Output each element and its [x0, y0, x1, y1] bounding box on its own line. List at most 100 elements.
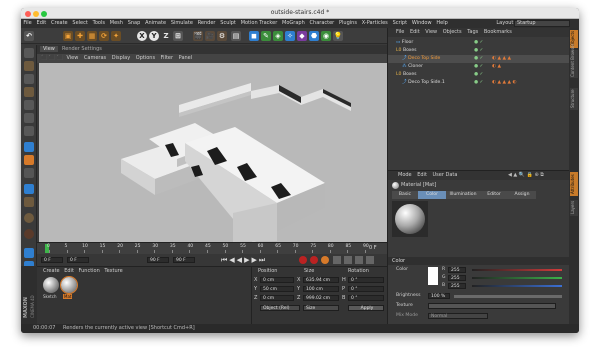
layout-switch-icon[interactable]: [24, 248, 34, 258]
channel-b-slider[interactable]: [472, 285, 562, 287]
live-selection-icon[interactable]: ▣: [63, 31, 73, 41]
lock-workplane-icon[interactable]: [24, 197, 34, 207]
side-tab-content-browser[interactable]: Content Browser: [570, 44, 578, 78]
menu-motion-tracker[interactable]: Motion Tracker: [238, 19, 279, 26]
size-y-field[interactable]: 100 cm: [303, 286, 339, 292]
material-swatch-mat[interactable]: [60, 276, 78, 294]
coordinate-mode-select[interactable]: Object (Rel): [260, 305, 300, 311]
x-axis-button[interactable]: X: [137, 31, 147, 41]
rotation-h-field[interactable]: 0 °: [348, 277, 384, 283]
scale-key-icon[interactable]: [355, 256, 363, 264]
position-z-field[interactable]: 0 cm: [260, 295, 294, 301]
rotation-b-field[interactable]: 0 °: [348, 295, 384, 301]
enable-axis-icon[interactable]: [24, 142, 34, 152]
attr-menu-mode[interactable]: Mode: [398, 172, 412, 178]
viewport-icons[interactable]: ⬛ ⬛ ⬛: [41, 55, 64, 61]
attr-nav-icons[interactable]: ◀ ▲ 🔍 🔒 ⊕ ⧉: [508, 171, 544, 180]
tweak-icon[interactable]: [24, 155, 34, 165]
tab-view[interactable]: View: [40, 46, 58, 52]
menu-select[interactable]: Select: [70, 19, 90, 26]
attr-menu-edit[interactable]: Edit: [417, 172, 427, 178]
object-row-selected[interactable]: ⤴ Deco Top Side ● ✓ ◐ ▲ ▲ ▲: [388, 55, 570, 63]
obj-menu-bookmarks[interactable]: Bookmarks: [484, 29, 512, 35]
object-row[interactable]: L0 Boxes ● ✓: [388, 71, 570, 79]
mat-menu-create[interactable]: Create: [43, 268, 60, 274]
snap-icon[interactable]: [24, 168, 34, 178]
brightness-slider[interactable]: [454, 295, 562, 298]
obj-menu-file[interactable]: File: [396, 29, 404, 35]
y-axis-button[interactable]: Y: [149, 31, 159, 41]
menu-create[interactable]: Create: [49, 19, 70, 26]
texture-field[interactable]: [428, 303, 556, 309]
vp-menu-display[interactable]: Display: [112, 55, 130, 61]
render-settings-icon[interactable]: ⚙: [217, 31, 227, 41]
menu-snap[interactable]: Snap: [125, 19, 142, 26]
attr-tab-illumination[interactable]: Illumination: [446, 191, 480, 199]
points-mode-icon[interactable]: [24, 100, 34, 110]
menu-mograph[interactable]: MoGraph: [280, 19, 308, 26]
start-frame-field-2[interactable]: 0 F: [67, 257, 89, 263]
timeline-ruler[interactable]: 0 5 10 15 20 25 30 35 40 45 50 55 60 65 70 75 80 85 90 0 F: [37, 242, 387, 254]
viewport-3d[interactable]: [39, 63, 387, 242]
menu-character[interactable]: Character: [307, 19, 336, 26]
brightness-field[interactable]: 100 %: [428, 293, 450, 299]
attr-tab-basic[interactable]: Basic: [392, 191, 418, 199]
position-x-field[interactable]: 0 cm: [260, 277, 294, 283]
menu-script[interactable]: Script: [390, 19, 409, 26]
model-mode-icon[interactable]: [24, 61, 34, 71]
channel-g-slider[interactable]: [472, 277, 562, 279]
side-tab-layers[interactable]: Layers: [570, 200, 578, 216]
object-row[interactable]: ▭ Floor ● ✓: [388, 39, 570, 47]
undo-icon[interactable]: ↶: [24, 31, 34, 41]
move-icon[interactable]: ✚: [75, 31, 85, 41]
vp-menu-panel[interactable]: Panel: [179, 55, 193, 61]
scale-icon[interactable]: ▦: [87, 31, 97, 41]
autokey-icon[interactable]: [310, 256, 318, 264]
render-view-icon[interactable]: 🎬: [193, 31, 203, 41]
light-icon[interactable]: 💡: [333, 31, 343, 41]
end-frame-field[interactable]: 90 F: [147, 257, 169, 263]
menu-edit[interactable]: Edit: [34, 19, 48, 26]
menu-mesh[interactable]: Mesh: [107, 19, 125, 26]
menu-help[interactable]: Help: [434, 19, 450, 26]
solo-icon[interactable]: [24, 184, 34, 194]
rotate-icon[interactable]: ⟳: [99, 31, 109, 41]
menu-simulate[interactable]: Simulate: [168, 19, 195, 26]
spline-pen-icon[interactable]: ✎: [261, 31, 271, 41]
obj-menu-view[interactable]: View: [425, 29, 437, 35]
position-key-icon[interactable]: [333, 256, 341, 264]
playback-controls[interactable]: ⏮◀◀▶▶⏭: [221, 256, 267, 265]
obj-menu-tags[interactable]: Tags: [467, 29, 478, 35]
menu-animate[interactable]: Animate: [143, 19, 169, 26]
tab-render-settings[interactable]: Render Settings: [59, 46, 105, 52]
channel-r-slider[interactable]: [472, 269, 562, 271]
cube-icon[interactable]: ◼: [249, 31, 259, 41]
channel-g-field[interactable]: 255: [448, 275, 466, 281]
size-mode-select[interactable]: Size: [303, 305, 339, 311]
recent-tools-icon[interactable]: ✦: [111, 31, 121, 41]
channel-r-field[interactable]: 255: [448, 267, 466, 273]
z-axis-button[interactable]: Z: [161, 31, 171, 41]
layout-select[interactable]: Startup: [514, 20, 570, 27]
attr-tab-assign[interactable]: Assign: [508, 191, 536, 199]
menu-render[interactable]: Render: [195, 19, 218, 26]
texture-mode-icon[interactable]: [24, 74, 34, 84]
menu-window[interactable]: Window: [409, 19, 434, 26]
scene-icon[interactable]: ⬣: [309, 31, 319, 41]
menu-x-particles[interactable]: X-Particles: [359, 19, 390, 26]
size-z-field[interactable]: 999.02 cm: [303, 295, 339, 301]
magnet-icon[interactable]: [24, 229, 34, 239]
mat-menu-texture[interactable]: Texture: [104, 268, 122, 274]
obj-menu-edit[interactable]: Edit: [410, 29, 420, 35]
attr-tab-editor[interactable]: Editor: [480, 191, 508, 199]
polygons-mode-icon[interactable]: [24, 126, 34, 136]
array-icon[interactable]: ✧: [285, 31, 295, 41]
coordinate-system-icon[interactable]: ⊞: [173, 31, 183, 41]
sculpt-icon[interactable]: [24, 213, 34, 223]
rotation-key-icon[interactable]: [344, 256, 352, 264]
color-swatch[interactable]: [428, 267, 438, 285]
start-frame-field[interactable]: 0 F: [41, 257, 63, 263]
subdivision-icon[interactable]: ◈: [273, 31, 283, 41]
parameter-key-icon[interactable]: [366, 256, 374, 264]
vp-menu-filter[interactable]: Filter: [161, 55, 173, 61]
